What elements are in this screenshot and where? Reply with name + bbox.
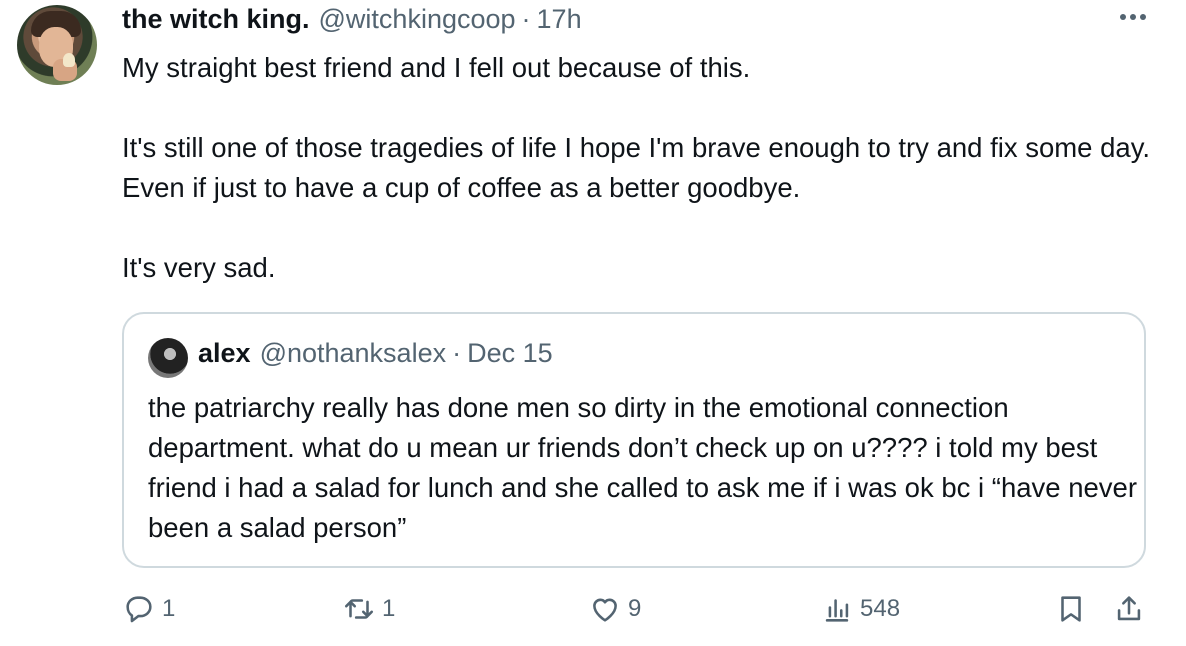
like-count: 9 (628, 595, 642, 622)
repost-count: 1 (382, 595, 396, 622)
reply-count: 1 (162, 595, 176, 622)
views-count: 548 (860, 595, 901, 622)
quote-user-handle[interactable]: @nothanksalex (260, 338, 447, 369)
quote-separator-dot: · (452, 338, 462, 368)
like-button[interactable]: 9 (588, 592, 641, 626)
share-upload-icon (1117, 596, 1141, 621)
more-horizontal-icon[interactable] (1120, 14, 1146, 20)
heart-icon (593, 598, 617, 622)
bookmark-icon (1061, 596, 1081, 622)
quote-avatar[interactable] (148, 338, 188, 378)
reply-bubble-icon (126, 596, 152, 623)
avatar[interactable] (17, 5, 97, 85)
share-button[interactable] (1112, 592, 1146, 626)
views-button[interactable]: 548 (820, 592, 900, 626)
timestamp[interactable]: 17h (537, 4, 582, 35)
separator-dot: · (521, 4, 531, 34)
quote-text: the patriarchy really has done men so di… (148, 392, 1138, 543)
quote-header: alex @nothanksalex · Dec 15 (198, 338, 553, 369)
action-bar: 1 1 9 548 (122, 592, 1152, 636)
bar-chart-icon (825, 599, 849, 622)
repost-icon (344, 599, 374, 619)
display-name[interactable]: the witch king. (122, 4, 310, 35)
quote-timestamp[interactable]: Dec 15 (467, 338, 553, 369)
repost-button[interactable]: 1 (342, 592, 395, 626)
user-handle[interactable]: @witchkingcoop (319, 4, 516, 35)
quote-display-name[interactable]: alex (198, 338, 251, 369)
reply-button[interactable]: 1 (122, 592, 175, 626)
quoted-tweet[interactable]: alex @nothanksalex · Dec 15 the patriarc… (122, 312, 1146, 568)
tweet-text: My straight best friend and I fell out b… (122, 52, 1151, 283)
tweet-header: the witch king. @witchkingcoop · 17h (122, 4, 582, 40)
bookmark-button[interactable] (1054, 592, 1088, 626)
